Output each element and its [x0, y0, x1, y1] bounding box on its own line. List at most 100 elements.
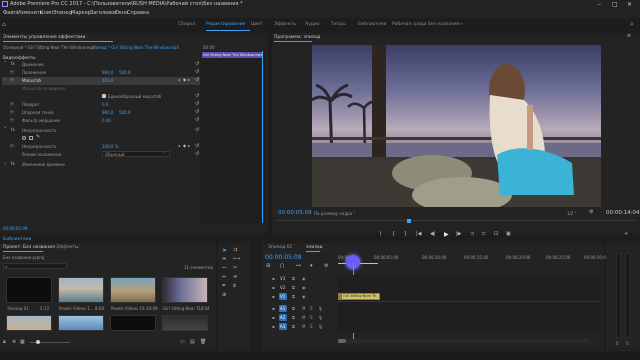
- microphone-icon[interactable]: 🎙︎: [318, 324, 323, 329]
- reset-icon[interactable]: ↺: [195, 109, 199, 115]
- stopwatch-icon[interactable]: ◷: [10, 117, 14, 122]
- export-frame-icon[interactable]: ⊡: [494, 231, 498, 237]
- workspace-color[interactable]: Цвет: [251, 22, 263, 27]
- pen-tool-icon[interactable]: ✒: [222, 283, 226, 289]
- menu-sequence[interactable]: Эпизод: [53, 10, 72, 16]
- blend-mode-select[interactable]: Обычный ˅: [102, 151, 170, 157]
- program-timecode[interactable]: 00:00:05:09: [278, 210, 312, 216]
- stopwatch-icon[interactable]: ◷: [10, 143, 14, 148]
- rate-stretch-tool-icon[interactable]: ⇿: [222, 265, 226, 271]
- sync-lock-icon[interactable]: ⧉: [292, 306, 295, 311]
- workspace-editing[interactable]: Редактирование: [206, 22, 245, 27]
- position-y-value[interactable]: 540,0: [119, 70, 130, 75]
- prev-keyframe-icon[interactable]: ◂: [178, 77, 180, 82]
- timeline-tab-episode01[interactable]: Эпизод 01: [268, 245, 292, 250]
- solo-button[interactable]: S: [310, 306, 313, 311]
- effect-controls-tab[interactable]: Элементы управления эффектами: [3, 35, 85, 40]
- thumbnail-pexels-1[interactable]: [58, 277, 104, 303]
- zoom-slider-handle[interactable]: [36, 340, 40, 344]
- expand-chevron-icon[interactable]: ˅: [4, 127, 7, 133]
- menu-clip[interactable]: Клип: [40, 10, 53, 16]
- ellipse-mask-icon[interactable]: [22, 136, 26, 140]
- menu-file[interactable]: Файл: [3, 10, 17, 16]
- icon-view-icon[interactable]: ▦: [20, 339, 25, 345]
- rotation-value[interactable]: 0,0: [102, 102, 108, 107]
- fx-icon[interactable]: fx: [11, 127, 15, 132]
- mini-playhead[interactable]: [262, 51, 263, 223]
- workspace-titles[interactable]: Титры: [331, 22, 346, 27]
- solo-button[interactable]: S: [310, 324, 313, 329]
- microphone-icon[interactable]: 🎙︎: [318, 306, 323, 311]
- linked-selection-icon[interactable]: ⊶: [296, 263, 301, 269]
- scale-value[interactable]: 163,0: [102, 78, 113, 83]
- solo-left-button[interactable]: S: [616, 341, 619, 346]
- lock-icon[interactable]: 🔒︎: [3, 339, 6, 345]
- sync-lock-icon[interactable]: ⧉: [292, 315, 295, 320]
- minimize-button[interactable]: –: [598, 1, 601, 8]
- step-forward-icon[interactable]: |▶: [456, 231, 462, 237]
- antiflicker-value[interactable]: 0,00: [102, 118, 111, 123]
- timeline-tab-episode[interactable]: эпизод: [306, 245, 323, 250]
- quality-select[interactable]: 1/2 ˅: [567, 211, 577, 216]
- timeline-clip-v1[interactable]: Girl Sitting Near Th: [338, 293, 380, 300]
- timeline-timecode[interactable]: 00:00:05:09: [265, 254, 302, 261]
- expand-chevron-icon[interactable]: ˅: [4, 61, 7, 67]
- reset-icon[interactable]: ↺: [195, 127, 199, 133]
- source-clip-tab[interactable]: Основной * Girl Sitting Near The Window.…: [3, 45, 96, 50]
- menu-help[interactable]: Справка: [127, 10, 149, 16]
- lift-icon[interactable]: ⊐: [470, 231, 474, 237]
- solo-right-button[interactable]: S: [626, 341, 629, 346]
- sequence-clip-tab[interactable]: эпизод * Girl Sitting Near The Window.mp…: [92, 45, 179, 50]
- uniform-scale-checkbox[interactable]: [102, 94, 106, 98]
- nest-icon[interactable]: ⊞: [266, 263, 270, 269]
- search-input[interactable]: ⌕: [3, 263, 67, 269]
- mark-in-icon[interactable]: {: [392, 231, 395, 237]
- video-frame[interactable]: [312, 45, 601, 207]
- extract-icon[interactable]: ⊏: [482, 231, 486, 237]
- fx-icon[interactable]: fx: [11, 61, 15, 66]
- more-workspaces-icon[interactable]: »: [460, 22, 463, 27]
- thumbnail-item-7[interactable]: [110, 315, 156, 331]
- slide-tool-icon[interactable]: ⇺: [233, 274, 237, 280]
- sync-lock-icon[interactable]: ⧉: [292, 276, 295, 281]
- rectangle-mask-icon[interactable]: [29, 136, 33, 140]
- snap-icon[interactable]: ⋂: [280, 263, 284, 269]
- wrench-icon[interactable]: ⚙: [589, 209, 593, 215]
- add-keyframe-icon[interactable]: ◆: [183, 77, 186, 82]
- reset-icon[interactable]: ↺: [195, 151, 199, 157]
- selection-tool-icon[interactable]: ➤: [222, 247, 227, 254]
- add-marker-icon[interactable]: ▾: [310, 263, 313, 269]
- reset-icon[interactable]: ↺: [195, 143, 199, 149]
- slip-tool-icon[interactable]: ⇔: [222, 274, 226, 280]
- new-item-icon[interactable]: ▤: [190, 339, 195, 345]
- libraries-label[interactable]: Библиотеки: [3, 237, 31, 242]
- program-scrubber[interactable]: [276, 220, 636, 221]
- lock-icon[interactable]: ▪: [272, 324, 275, 329]
- expand-chevron-icon[interactable]: ›: [4, 161, 6, 167]
- menu-title[interactable]: Заголовок: [90, 10, 117, 16]
- fx-icon[interactable]: fx: [11, 161, 15, 166]
- ripple-edit-tool-icon[interactable]: ⇹: [222, 256, 226, 262]
- add-button-icon[interactable]: +: [624, 231, 628, 237]
- timeline-scrollbar[interactable]: [338, 339, 588, 343]
- lock-icon[interactable]: ▪: [272, 294, 275, 299]
- mute-button[interactable]: M: [302, 315, 305, 320]
- stopwatch-icon[interactable]: ◷: [10, 109, 14, 114]
- tracks-area[interactable]: [338, 275, 600, 333]
- prev-keyframe-icon[interactable]: ◂: [178, 143, 180, 148]
- pen-mask-icon[interactable]: ✎: [36, 134, 40, 140]
- thumbnail-girl[interactable]: [162, 277, 208, 303]
- expand-chevron-icon[interactable]: ›: [4, 77, 6, 83]
- play-icon[interactable]: ▶: [444, 231, 449, 238]
- lock-icon[interactable]: ▪: [272, 315, 275, 320]
- mute-button[interactable]: M: [302, 306, 305, 311]
- settings-icon[interactable]: ⚙: [324, 263, 328, 269]
- stopwatch-icon[interactable]: ◷: [10, 101, 14, 106]
- workspace-effects[interactable]: Эффекты: [274, 22, 297, 27]
- track-label[interactable]: V2: [280, 285, 285, 290]
- reset-icon[interactable]: ↺: [195, 77, 199, 83]
- thumbnail-pexels-2[interactable]: [110, 277, 156, 303]
- fit-select[interactable]: По размеру кадра ˅: [314, 211, 355, 216]
- new-bin-icon[interactable]: ▭: [180, 339, 185, 345]
- track-select-tool-icon[interactable]: ⇉: [233, 247, 237, 253]
